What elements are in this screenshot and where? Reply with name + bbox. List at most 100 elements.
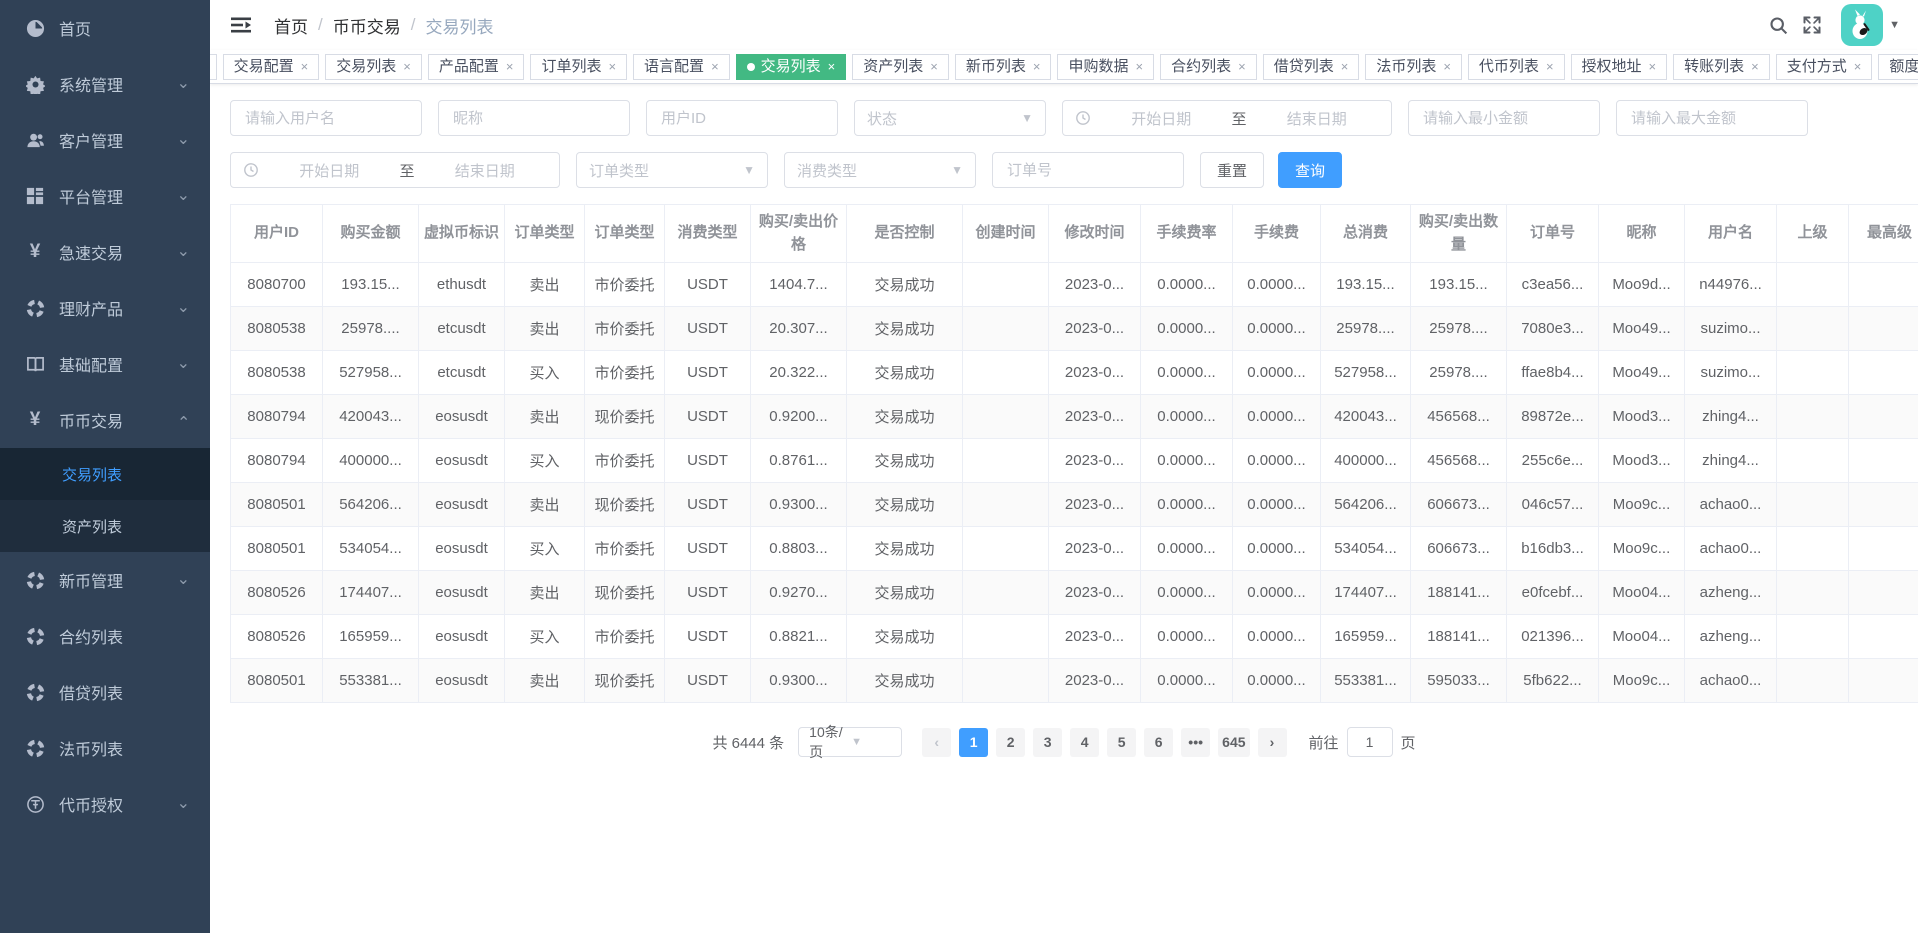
sidebar-item-4[interactable]: ¥急速交易⌄	[0, 224, 210, 280]
table-cell: 193.15...	[1321, 263, 1411, 307]
close-icon[interactable]: ×	[828, 55, 836, 79]
tab-交易列表[interactable]: 交易列表×	[736, 54, 847, 80]
table-cell: 8080501	[231, 659, 323, 703]
close-icon[interactable]: ×	[1443, 55, 1451, 79]
tab-语言配置[interactable]: 语言配置×	[633, 54, 730, 80]
more-pages-button[interactable]: •••	[1181, 728, 1210, 757]
tab-新币列表[interactable]: 新币列表×	[955, 54, 1052, 80]
search-button[interactable]: 查询	[1278, 152, 1342, 188]
tab-交易配置[interactable]: 交易配置×	[223, 54, 320, 80]
page-button-1[interactable]: 1	[959, 728, 988, 757]
userid-input[interactable]	[646, 100, 838, 136]
sidebar-item-7[interactable]: ¥币币交易⌄	[0, 392, 210, 448]
fullscreen-icon[interactable]	[1795, 8, 1829, 42]
page-button-2[interactable]: 2	[996, 728, 1025, 757]
status-select[interactable]: 状态 ▼	[854, 100, 1046, 136]
tab-订单列表[interactable]: 订单列表×	[530, 54, 627, 80]
consume-type-select[interactable]: 消费类型 ▼	[784, 152, 976, 188]
tab-资产列表[interactable]: 资产列表×	[852, 54, 949, 80]
column-header: 总消费	[1321, 205, 1411, 263]
sidebar-item-1[interactable]: 系统管理⌄	[0, 56, 210, 112]
avatar[interactable]	[1841, 4, 1883, 46]
jump-page-input[interactable]	[1347, 727, 1393, 757]
tab-借贷列表[interactable]: 借贷列表×	[1263, 54, 1360, 80]
order-no-input[interactable]	[992, 152, 1184, 188]
sidebar-item-3[interactable]: 平台管理⌄	[0, 168, 210, 224]
tab-交易列表[interactable]: 交易列表×	[325, 54, 422, 80]
reset-button[interactable]: 重置	[1200, 152, 1264, 188]
tab-授权地址[interactable]: 授权地址×	[1571, 54, 1668, 80]
date-range-1[interactable]: 开始日期 至 结束日期	[1062, 100, 1392, 136]
sidebar-item-2[interactable]: 客户管理⌄	[0, 112, 210, 168]
chevron-down-icon: ⌄	[177, 79, 190, 89]
tab-申购数据[interactable]: 申购数据×	[1057, 54, 1154, 80]
close-icon[interactable]: ×	[506, 55, 514, 79]
close-icon[interactable]: ×	[1649, 55, 1657, 79]
close-icon[interactable]: ×	[403, 55, 411, 79]
sidebar-item-9[interactable]: 合约列表	[0, 608, 210, 664]
order-type-select[interactable]: 订单类型 ▼	[576, 152, 768, 188]
table-cell: 现价委托	[585, 659, 665, 703]
sidebar-item-10[interactable]: 借贷列表	[0, 664, 210, 720]
table-cell: 0.0000...	[1233, 659, 1321, 703]
table-cell: n44976...	[1685, 263, 1777, 307]
nickname-input[interactable]	[438, 100, 630, 136]
page-size-select[interactable]: 10条/页 ▼	[798, 727, 902, 757]
avatar-dropdown-caret[interactable]: ▼	[1889, 19, 1900, 31]
close-icon[interactable]: ×	[1238, 55, 1246, 79]
close-icon[interactable]: ×	[1854, 55, 1862, 79]
tab-代币列表[interactable]: 代币列表×	[1468, 54, 1565, 80]
tab-转账列表[interactable]: 转账列表×	[1673, 54, 1770, 80]
table-cell	[1849, 571, 1918, 615]
page-button-6[interactable]: 6	[1144, 728, 1173, 757]
close-icon[interactable]: ×	[1751, 55, 1759, 79]
sidebar-item-label: 代币授权	[59, 792, 177, 816]
tab-列表[interactable]: 列表×	[210, 54, 217, 80]
close-icon[interactable]: ×	[301, 55, 309, 79]
sidebar-item-12[interactable]: 代币授权⌄	[0, 776, 210, 832]
close-icon[interactable]: ×	[1136, 55, 1144, 79]
close-icon[interactable]: ×	[930, 55, 938, 79]
table-cell: 606673...	[1411, 483, 1507, 527]
tab-支付方式[interactable]: 支付方式×	[1776, 54, 1873, 80]
breadcrumb-item[interactable]: 币币交易	[333, 13, 401, 38]
page-button-3[interactable]: 3	[1033, 728, 1062, 757]
username-input[interactable]	[230, 100, 422, 136]
page-button-4[interactable]: 4	[1070, 728, 1099, 757]
tab-额度转换[interactable]: 额度转换×	[1878, 54, 1918, 80]
sidebar-collapse-icon[interactable]	[228, 12, 254, 38]
page-button-5[interactable]: 5	[1107, 728, 1136, 757]
sidebar-item-6[interactable]: 基础配置⌄	[0, 336, 210, 392]
sidebar-item-label: 平台管理	[59, 184, 177, 208]
min-amount-input[interactable]	[1408, 100, 1600, 136]
breadcrumb: 首页/币币交易/交易列表	[274, 13, 493, 38]
prev-page-button[interactable]: ‹	[922, 728, 951, 757]
sidebar-item-label: 基础配置	[59, 352, 177, 376]
date-range-2[interactable]: 开始日期 至 结束日期	[230, 152, 560, 188]
sidebar-item-11[interactable]: 法币列表	[0, 720, 210, 776]
search-icon[interactable]	[1761, 8, 1795, 42]
tab-合约列表[interactable]: 合约列表×	[1160, 54, 1257, 80]
table-cell: 交易成功	[847, 615, 963, 659]
close-icon[interactable]: ×	[1546, 55, 1554, 79]
sidebar-item-5[interactable]: 理财产品⌄	[0, 280, 210, 336]
close-icon[interactable]: ×	[1033, 55, 1041, 79]
sidebar-item-0[interactable]: 首页	[0, 0, 210, 56]
max-amount-input[interactable]	[1616, 100, 1808, 136]
sidebar-subitem-资产列表[interactable]: 资产列表	[0, 500, 210, 552]
sidebar-subitem-交易列表[interactable]: 交易列表	[0, 448, 210, 500]
page-button-645[interactable]: 645	[1218, 728, 1249, 757]
close-icon[interactable]: ×	[711, 55, 719, 79]
tab-产品配置[interactable]: 产品配置×	[428, 54, 525, 80]
table-row: 8080794420043...eosusdt卖出现价委托USDT0.9200.…	[231, 395, 1918, 439]
close-icon[interactable]: ×	[608, 55, 616, 79]
breadcrumb-item[interactable]: 首页	[274, 13, 308, 38]
close-icon[interactable]: ×	[1341, 55, 1349, 79]
table-cell: USDT	[665, 439, 751, 483]
table-cell	[1849, 527, 1918, 571]
next-page-button[interactable]: ›	[1258, 728, 1287, 757]
table-cell: 8080700	[231, 263, 323, 307]
tab-法币列表[interactable]: 法币列表×	[1365, 54, 1462, 80]
sidebar-item-8[interactable]: 新币管理⌄	[0, 552, 210, 608]
table-row: 8080501564206...eosusdt卖出现价委托USDT0.9300.…	[231, 483, 1918, 527]
